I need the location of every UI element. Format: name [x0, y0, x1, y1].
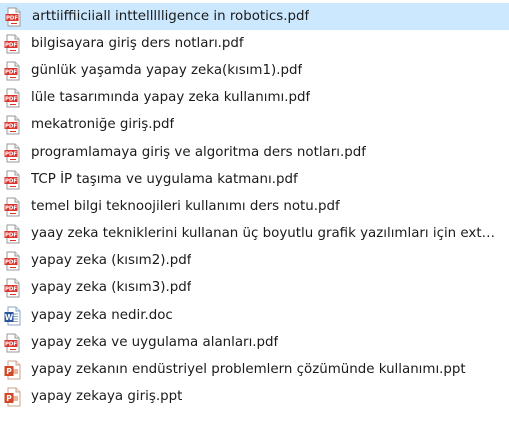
- file-name: mekatroniğe giriş.pdf: [31, 117, 175, 133]
- svg-text:PDF: PDF: [5, 178, 17, 184]
- pdf-icon: PDF: [4, 251, 22, 271]
- file-name: yapay zeka nedir.doc: [31, 307, 173, 323]
- svg-text:P: P: [6, 367, 12, 376]
- svg-text:PDF: PDF: [5, 97, 17, 103]
- file-name: yapay zekanın endüstriyel problemlern çö…: [31, 362, 466, 378]
- svg-text:PDF: PDF: [5, 206, 17, 212]
- pdf-icon: PDF: [4, 278, 22, 298]
- pdf-icon: PDF: [4, 61, 22, 81]
- pdf-icon: PDF: [4, 88, 22, 108]
- file-row[interactable]: P yapay zekanın endüstriyel problemlern …: [0, 356, 509, 383]
- pdf-icon: PDF: [4, 224, 22, 244]
- svg-text:PDF: PDF: [5, 287, 17, 293]
- file-row[interactable]: PDF lüle tasarımında yapay zeka kullanım…: [0, 85, 509, 112]
- svg-text:PDF: PDF: [5, 341, 17, 347]
- svg-text:P: P: [6, 394, 12, 403]
- file-name: bilgisayara giriş ders notları.pdf: [31, 35, 244, 51]
- file-list: PDF arttiiffiiciiall inttellllligence in…: [0, 3, 509, 411]
- svg-text:PDF: PDF: [5, 151, 17, 157]
- file-row[interactable]: W yapay zeka nedir.doc: [0, 302, 509, 329]
- svg-text:PDF: PDF: [5, 233, 17, 239]
- svg-text:PDF: PDF: [5, 260, 17, 266]
- file-row[interactable]: PDF yaay zeka tekniklerini kullanan üç b…: [0, 221, 509, 248]
- file-name: temel bilgi teknoojileri kullanımı ders …: [31, 198, 340, 214]
- file-name: yapay zeka ve uygulama alanları.pdf: [31, 334, 279, 350]
- pdf-icon: PDF: [4, 115, 22, 135]
- svg-text:W: W: [5, 313, 14, 322]
- pdf-icon: PDF: [4, 143, 22, 163]
- file-row[interactable]: PDF günlük yaşamda yapay zeka(kısım1).pd…: [0, 57, 509, 84]
- svg-text:PDF: PDF: [6, 15, 18, 21]
- file-row[interactable]: P yapay zekaya giriş.ppt: [0, 384, 509, 411]
- svg-text:PDF: PDF: [5, 124, 17, 130]
- file-row[interactable]: PDF arttiiffiiciiall inttellllligence in…: [0, 3, 509, 31]
- file-name: yapay zeka (kısım2).pdf: [31, 253, 192, 269]
- file-name: yaay zeka tekniklerini kullanan üç boyut…: [31, 226, 503, 242]
- file-name: yapay zekaya giriş.ppt: [31, 389, 183, 405]
- file-row[interactable]: PDF TCP İP taşıma ve uygulama katmanı.pd…: [0, 166, 509, 193]
- pdf-icon: PDF: [4, 170, 22, 190]
- svg-text:PDF: PDF: [5, 42, 17, 48]
- file-name: günlük yaşamda yapay zeka(kısım1).pdf: [31, 62, 303, 78]
- file-row[interactable]: PDF yapay zeka ve uygulama alanları.pdf: [0, 329, 509, 356]
- file-row[interactable]: PDF bilgisayara giriş ders notları.pdf: [0, 30, 509, 57]
- file-row[interactable]: PDF yapay zeka (kısım3).pdf: [0, 275, 509, 302]
- svg-text:PDF: PDF: [5, 70, 17, 76]
- powerpoint-icon: P: [4, 387, 22, 407]
- file-name: yapay zeka (kısım3).pdf: [31, 280, 192, 296]
- file-name: TCP İP taşıma ve uygulama katmanı.pdf: [31, 171, 298, 187]
- powerpoint-icon: P: [4, 360, 22, 380]
- file-row[interactable]: PDF mekatroniğe giriş.pdf: [0, 112, 509, 139]
- word-doc-icon: W: [4, 306, 22, 326]
- file-name: programlamaya giriş ve algoritma ders no…: [31, 144, 366, 160]
- file-row[interactable]: PDF programlamaya giriş ve algoritma der…: [0, 139, 509, 166]
- file-name: arttiiffiiciiall inttellllligence in rob…: [32, 8, 310, 24]
- file-row[interactable]: PDF temel bilgi teknoojileri kullanımı d…: [0, 193, 509, 220]
- pdf-icon: PDF: [4, 34, 22, 54]
- file-row[interactable]: PDF yapay zeka (kısım2).pdf: [0, 248, 509, 275]
- pdf-icon: PDF: [5, 7, 23, 27]
- file-name: lüle tasarımında yapay zeka kullanımı.pd…: [31, 90, 311, 106]
- pdf-icon: PDF: [4, 333, 22, 353]
- pdf-icon: PDF: [4, 197, 22, 217]
